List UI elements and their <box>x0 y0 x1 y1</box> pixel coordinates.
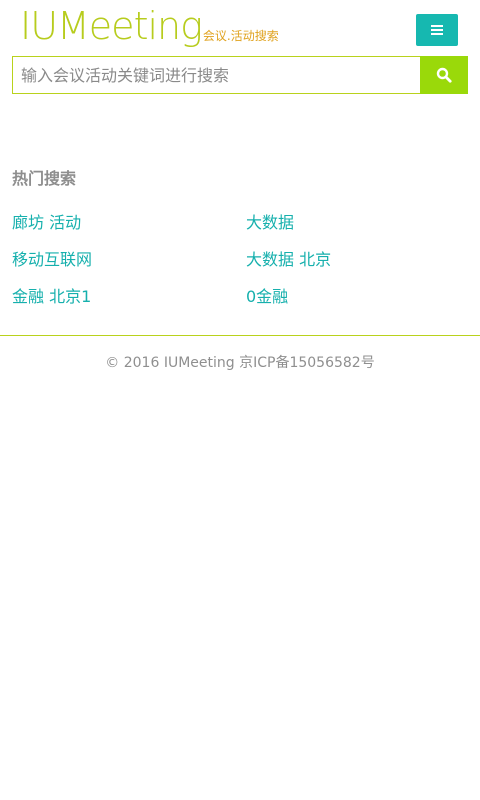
hot-search-title: 热门搜索 <box>12 169 77 188</box>
hot-search-link[interactable]: 移动互联网 <box>12 249 246 286</box>
search-input[interactable] <box>12 56 420 94</box>
header: IUMeeting 会议.活动搜索 <box>0 0 480 56</box>
search-bar <box>12 56 468 94</box>
logo-wordmark: IUMeeting <box>20 4 203 48</box>
search-icon <box>436 67 452 83</box>
logo-tagline: 会议.活动搜索 <box>202 29 279 43</box>
hot-search-link[interactable]: 0金融 <box>246 286 480 323</box>
page: IUMeeting 会议.活动搜索 热门搜索 廊坊 活动 大数据 移动互联网 大… <box>0 0 480 800</box>
search-button[interactable] <box>420 56 468 94</box>
footer-copyright: © 2016 IUMeeting 京ICP备15056582号 <box>105 355 375 371</box>
hot-search-link[interactable]: 廊坊 活动 <box>12 212 246 249</box>
footer-divider <box>0 335 480 336</box>
hot-search-link[interactable]: 大数据 北京 <box>246 249 480 286</box>
hot-search-link[interactable]: 金融 北京1 <box>12 286 246 323</box>
hamburger-menu-icon <box>431 25 443 35</box>
hot-search-link[interactable]: 大数据 <box>246 212 480 249</box>
menu-button[interactable] <box>416 14 458 46</box>
logo[interactable]: IUMeeting 会议.活动搜索 <box>20 6 279 46</box>
hot-search-list: 廊坊 活动 大数据 移动互联网 大数据 北京 金融 北京1 0金融 <box>12 212 480 323</box>
